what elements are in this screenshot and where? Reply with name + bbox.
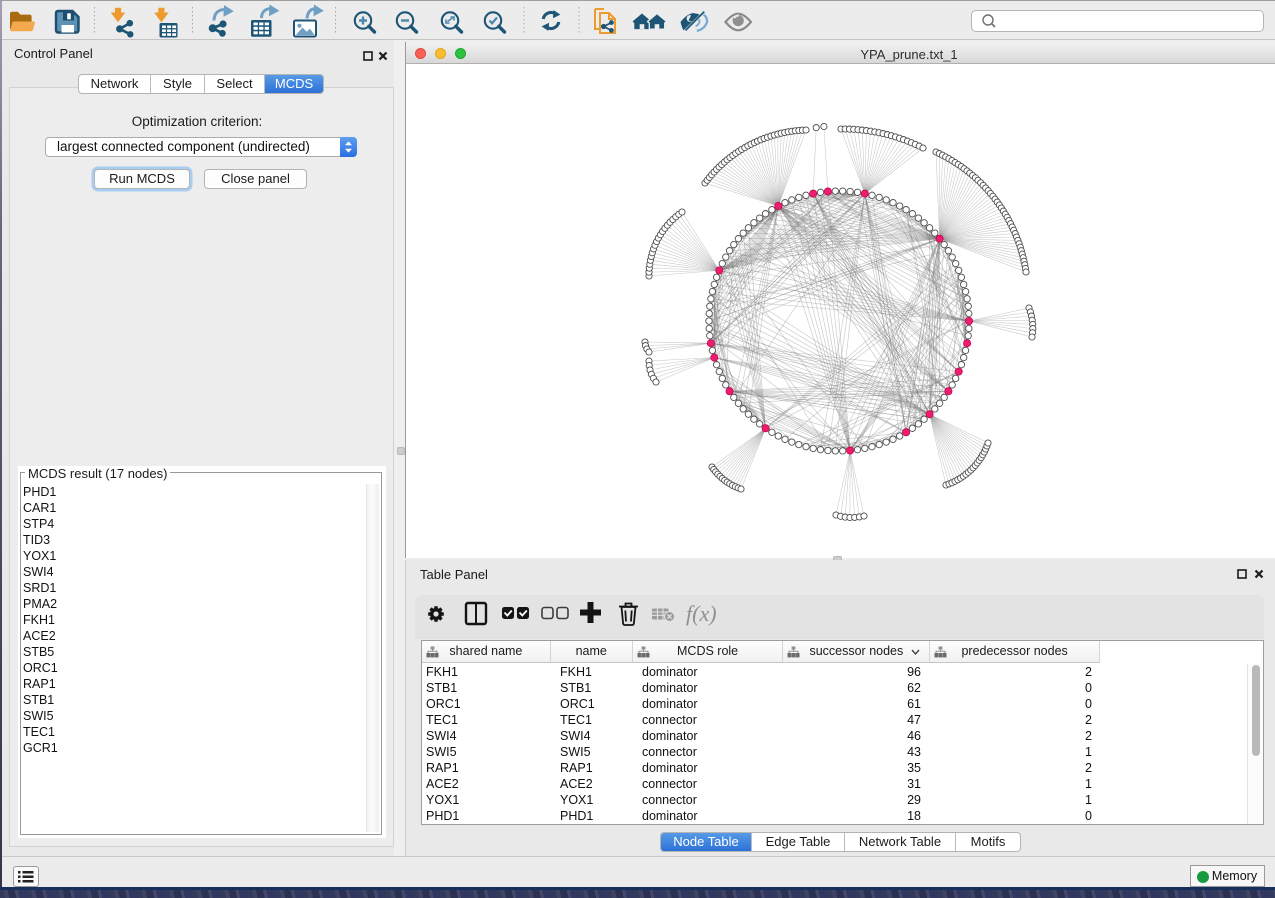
svg-text:f(x): f(x) xyxy=(686,601,717,626)
